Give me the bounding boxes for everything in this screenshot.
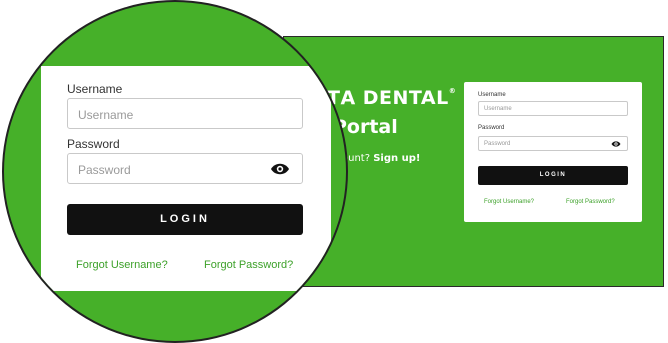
password-input-zoomed[interactable]: Password (67, 153, 303, 184)
password-placeholder-zoomed: Password (78, 163, 131, 177)
password-placeholder: Password (484, 141, 511, 147)
username-input-zoomed[interactable]: Username (67, 98, 303, 129)
eye-icon[interactable] (270, 162, 290, 176)
login-button[interactable]: LOGIN (478, 166, 628, 185)
magnifier-zoom: Username Username Password Password LOGI… (2, 0, 348, 343)
forgot-username-link[interactable]: Forgot Username? (484, 199, 534, 205)
login-button-zoomed[interactable]: LOGIN (67, 204, 303, 235)
forgot-username-link-zoomed[interactable]: Forgot Username? (76, 259, 168, 271)
password-label: Password (478, 125, 505, 131)
password-input[interactable]: Password (478, 136, 628, 151)
forgot-password-link[interactable]: Forgot Password? (566, 199, 615, 205)
sign-up-link[interactable]: Sign up! (373, 153, 420, 164)
username-label: Username (478, 92, 506, 98)
username-placeholder: Username (484, 106, 512, 112)
password-label-zoomed: Password (67, 137, 120, 151)
forgot-password-link-zoomed[interactable]: Forgot Password? (204, 259, 293, 271)
username-label-zoomed: Username (67, 82, 123, 96)
eye-icon[interactable] (611, 140, 621, 148)
login-card-zoomed: Username Username Password Password LOGI… (41, 66, 331, 291)
username-placeholder-zoomed: Username (78, 108, 134, 122)
brand-logo-text: ΤΑ DENTAL® (327, 87, 457, 109)
login-card: Username Username Password Password LOGI… (464, 82, 642, 222)
username-input[interactable]: Username (478, 101, 628, 116)
